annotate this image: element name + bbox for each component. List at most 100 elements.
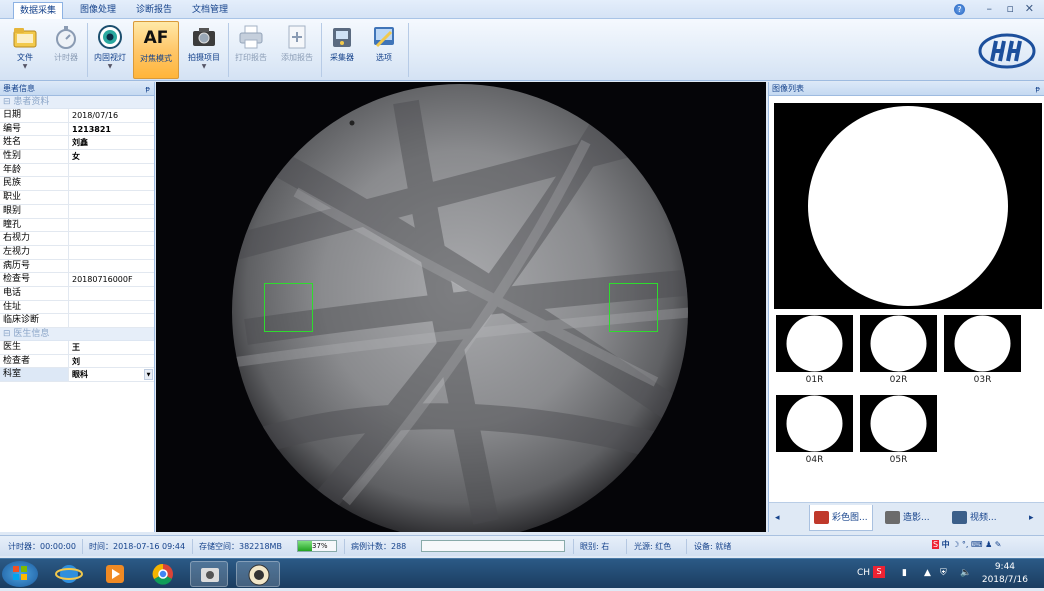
show-hidden-icons-icon[interactable]: ▲ xyxy=(924,568,931,578)
pin-icon[interactable]: ᵽ xyxy=(1035,82,1040,96)
sogou-tray-icon[interactable]: S xyxy=(873,566,885,578)
focus-mode-button[interactable]: AF 对焦模式 xyxy=(133,21,179,79)
info-row-value[interactable]: 刘鑫 xyxy=(69,136,154,149)
info-row-value[interactable]: 2018/07/16 xyxy=(69,109,154,122)
info-row-value[interactable] xyxy=(69,232,154,245)
info-row[interactable]: 眼别 xyxy=(0,204,154,219)
roi-box-right[interactable] xyxy=(609,283,658,332)
print-report-button[interactable]: 打印报告 xyxy=(231,21,271,79)
info-row-value[interactable]: 王 xyxy=(69,341,154,354)
file-button[interactable]: 文件 ▼ xyxy=(6,21,44,79)
info-row-value[interactable] xyxy=(69,177,154,190)
capture-item-button[interactable]: 拍摄项目 ▼ xyxy=(183,21,225,79)
thumbnail-item[interactable]: 02R xyxy=(860,315,937,385)
ime-punctuation-icon[interactable]: °, xyxy=(962,540,969,549)
info-row[interactable]: 病历号 xyxy=(0,259,154,274)
info-row[interactable]: 电话 xyxy=(0,286,154,301)
close-icon[interactable]: ✕ xyxy=(1025,2,1034,15)
info-row-label: 日期 xyxy=(0,109,69,122)
info-row-value[interactable] xyxy=(69,301,154,314)
thumbnail-item[interactable]: 03R xyxy=(944,315,1021,385)
info-row-value[interactable] xyxy=(69,246,154,259)
start-button[interactable] xyxy=(2,561,38,587)
timer-button[interactable]: 计时器 xyxy=(48,21,84,79)
tab-data-acquisition[interactable]: 数据采集 xyxy=(13,2,64,19)
info-row-value[interactable] xyxy=(69,260,154,273)
tab-diagnostic-report[interactable]: 诊断报告 xyxy=(130,2,178,19)
dropdown-arrow-icon[interactable]: ▼ xyxy=(144,369,153,381)
info-row-value[interactable]: 刘 xyxy=(69,355,154,368)
info-row-value[interactable] xyxy=(69,191,154,204)
minimize-icon[interactable]: – xyxy=(987,2,993,15)
info-row[interactable]: 编号 1213821 xyxy=(0,122,154,137)
info-row[interactable]: 日期 2018/07/16 xyxy=(0,109,154,123)
chrome-taskbar-icon[interactable] xyxy=(144,561,182,587)
category-patient[interactable]: ⊟ 患者资料 xyxy=(0,96,154,109)
ime-settings-icon[interactable]: ✎ xyxy=(995,540,1002,549)
ie-taskbar-icon[interactable] xyxy=(50,561,88,587)
info-row[interactable]: 职业 xyxy=(0,191,154,205)
thumbnail-item[interactable]: 04R xyxy=(776,395,853,465)
tab-angiography[interactable]: 造影... xyxy=(881,505,939,531)
info-row-value[interactable]: 女 xyxy=(69,150,154,163)
scroll-right-icon[interactable]: ▸ xyxy=(1027,505,1041,531)
info-row[interactable]: 瞳孔 xyxy=(0,218,154,233)
pin-icon[interactable]: ᵽ xyxy=(145,82,150,96)
ribbon-tab-bar: 数据采集 图像处理 诊断报告 文档管理 ? – ▫ ✕ xyxy=(0,0,1044,19)
language-indicator[interactable]: CH xyxy=(857,568,870,578)
help-icon[interactable]: ? xyxy=(954,4,965,15)
fundus-image-viewer[interactable] xyxy=(156,82,766,532)
info-row[interactable]: 医生王 xyxy=(0,341,154,355)
info-row[interactable]: 民族 xyxy=(0,177,154,192)
collector-button[interactable]: 采集器 xyxy=(324,21,360,79)
fundus-app-taskbar-icon[interactable] xyxy=(236,561,280,587)
info-row-value[interactable] xyxy=(69,219,154,232)
tab-video[interactable]: 视频... xyxy=(948,505,1010,531)
sogou-icon[interactable]: S xyxy=(932,540,940,549)
camera-app-taskbar-icon[interactable] xyxy=(190,561,228,587)
volume-icon[interactable]: 🔈 xyxy=(960,568,971,578)
info-row[interactable]: 临床诊断 xyxy=(0,314,154,328)
fixation-light-button[interactable]: 内固视灯 ▼ xyxy=(90,21,130,79)
ime-toolbar[interactable]: S 中 ☽ °, ⌨ ♟ ✎ xyxy=(932,539,1002,550)
tab-document-management[interactable]: 文档管理 xyxy=(186,2,234,19)
restore-icon[interactable]: ▫ xyxy=(1007,2,1014,15)
info-row[interactable]: 检查者刘 xyxy=(0,354,154,369)
category-doctor[interactable]: ⊟ 医生信息 xyxy=(0,328,154,341)
add-report-button[interactable]: 添加报告 xyxy=(276,21,318,79)
info-row[interactable]: 科室 眼科 ▼ xyxy=(0,368,154,383)
info-row[interactable]: 性别女 xyxy=(0,150,154,164)
ime-moon-icon[interactable]: ☽ xyxy=(952,540,959,549)
info-row[interactable]: 住址 xyxy=(0,300,154,315)
info-row[interactable]: 年龄 xyxy=(0,163,154,178)
tab-color-image[interactable]: 彩色图... xyxy=(809,505,873,531)
tab-image-processing[interactable]: 图像处理 xyxy=(74,2,122,19)
info-row[interactable]: 右视力 xyxy=(0,232,154,246)
scroll-left-icon[interactable]: ◂ xyxy=(773,505,787,531)
ime-chinese-icon[interactable]: 中 xyxy=(942,540,950,549)
ime-user-icon[interactable]: ♟ xyxy=(985,540,992,549)
thumbnail-item[interactable]: 05R xyxy=(860,395,937,465)
thumbnail-image xyxy=(944,315,1021,372)
battery-icon[interactable]: ▮ xyxy=(902,568,907,578)
thumbnail-item[interactable]: 01R xyxy=(776,315,853,385)
info-row-value[interactable]: 1213821 xyxy=(69,123,154,136)
info-row-value[interactable] xyxy=(69,314,154,327)
info-row-value[interactable]: 眼科 ▼ xyxy=(69,368,154,381)
security-shield-icon[interactable]: ⛨ xyxy=(940,568,947,578)
info-row-value[interactable] xyxy=(69,287,154,300)
media-player-taskbar-icon[interactable] xyxy=(96,561,134,587)
options-button[interactable]: 选项 xyxy=(366,21,402,79)
ime-keyboard-icon[interactable]: ⌨ xyxy=(971,540,983,549)
info-row[interactable]: 姓名 刘鑫 xyxy=(0,136,154,151)
info-row-label: 检查号 xyxy=(0,273,69,286)
system-clock[interactable]: 9:44 2018/7/16 xyxy=(982,561,1028,587)
info-row[interactable]: 检查号 20180716000F xyxy=(0,273,154,287)
image-list-title: 图像列表 ᵽ xyxy=(769,82,1044,96)
info-row-value[interactable] xyxy=(69,205,154,218)
info-row[interactable]: 左视力 xyxy=(0,245,154,260)
info-row-value[interactable]: 20180716000F xyxy=(69,273,154,286)
roi-box-left[interactable] xyxy=(264,283,313,332)
image-preview[interactable] xyxy=(774,103,1042,309)
info-row-value[interactable] xyxy=(69,164,154,177)
